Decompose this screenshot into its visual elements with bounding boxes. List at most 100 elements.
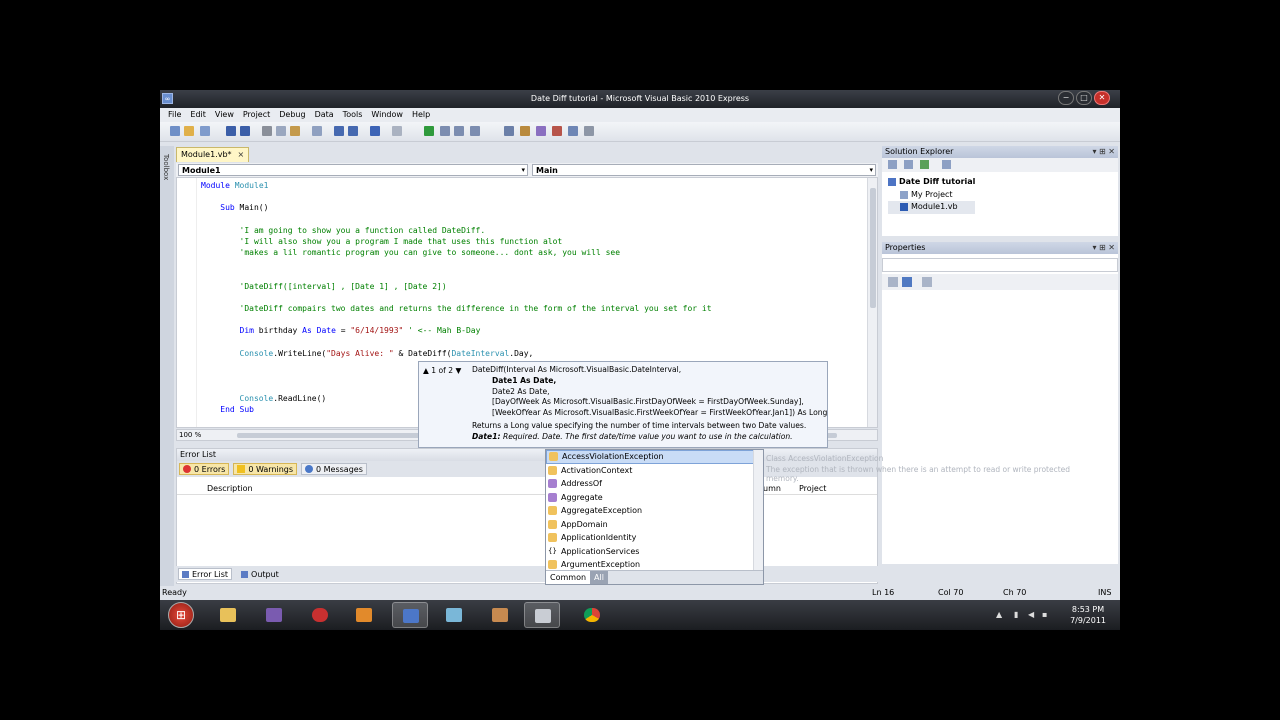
zoom-level[interactable]: 100 % xyxy=(179,431,201,439)
pin-icon[interactable]: ▾ ⊞ ✕ xyxy=(1092,147,1115,156)
winrar-task[interactable] xyxy=(256,602,292,628)
cut-icon[interactable] xyxy=(262,126,272,136)
object-browser-icon[interactable] xyxy=(536,126,546,136)
tab-close-icon[interactable]: × xyxy=(238,150,245,160)
tree-item-solution[interactable]: Date Diff tutorial xyxy=(888,176,975,189)
comment-icon[interactable] xyxy=(334,126,344,136)
new-project-icon[interactable] xyxy=(170,126,180,136)
minimize-button[interactable]: − xyxy=(1058,91,1074,105)
menu-help[interactable]: Help xyxy=(408,108,435,122)
toolbox-strip[interactable]: Toolbox xyxy=(160,146,174,586)
completion-item[interactable]: ApplicationIdentity xyxy=(546,531,754,545)
code-line[interactable] xyxy=(201,337,712,348)
start-button[interactable]: ⊞ xyxy=(168,602,194,628)
overload-navigator[interactable]: ▲ 1 of 2 ▼ xyxy=(423,366,461,375)
completion-item[interactable]: AggregateException xyxy=(546,504,754,518)
solution-explorer-icon[interactable] xyxy=(504,126,514,136)
open-file-icon[interactable] xyxy=(184,126,194,136)
code-line[interactable] xyxy=(201,214,712,225)
tab-all[interactable]: All xyxy=(590,571,608,584)
menu-window[interactable]: Window xyxy=(367,108,408,122)
tree-item-my-project[interactable]: My Project xyxy=(888,189,975,202)
tab-module1[interactable]: Module1.vb* × xyxy=(176,147,250,162)
volume-icon[interactable]: ◀ xyxy=(1028,610,1036,619)
column-description[interactable]: Description xyxy=(207,484,253,493)
tray-expand-icon[interactable]: ▲ xyxy=(996,610,1004,619)
code-line[interactable] xyxy=(201,270,712,281)
notepad-task[interactable] xyxy=(436,602,472,628)
tab-output[interactable]: Output xyxy=(238,568,282,580)
class-dropdown[interactable]: Module1 ▾ xyxy=(178,164,528,176)
completion-item[interactable]: {} ApplicationServices xyxy=(546,545,754,559)
completion-item[interactable]: AccessViolationException xyxy=(546,450,754,464)
toolbox-icon[interactable] xyxy=(552,126,562,136)
code-line[interactable]: Sub Main() xyxy=(201,202,712,213)
categorized-icon[interactable] xyxy=(888,277,898,287)
show-all-files-icon[interactable] xyxy=(904,160,913,169)
properties-icon[interactable] xyxy=(888,160,897,169)
undo-icon[interactable] xyxy=(370,126,380,136)
code-line[interactable]: 'I will also show you a program I made t… xyxy=(201,236,712,247)
copy-icon[interactable] xyxy=(276,126,286,136)
error-list-icon[interactable] xyxy=(568,126,578,136)
code-line[interactable] xyxy=(201,191,712,202)
add-item-icon[interactable] xyxy=(200,126,210,136)
code-line[interactable]: Console.WriteLine("Days Alive: " & DateD… xyxy=(201,348,712,359)
paste-icon[interactable] xyxy=(290,126,300,136)
maximize-button[interactable]: □ xyxy=(1076,91,1092,105)
tab-error-list[interactable]: Error List xyxy=(178,568,233,580)
column-column[interactable]: umn xyxy=(763,484,781,493)
code-line[interactable] xyxy=(201,258,712,269)
editor-vertical-scrollbar[interactable] xyxy=(867,178,877,427)
intellisense-completion-list[interactable]: AccessViolationException ActivationContex… xyxy=(545,449,764,585)
start-debugging-icon[interactable] xyxy=(424,126,434,136)
completion-item[interactable]: ActivationContext xyxy=(546,464,754,478)
record-task[interactable] xyxy=(302,602,338,628)
property-pages-icon[interactable] xyxy=(922,277,932,287)
column-project[interactable]: Project xyxy=(799,484,826,493)
uncomment-icon[interactable] xyxy=(348,126,358,136)
media-player-task[interactable] xyxy=(346,602,382,628)
completion-scrollbar[interactable] xyxy=(753,450,763,570)
code-line[interactable]: 'makes a lil romantic program you can gi… xyxy=(201,247,712,258)
pin-icon[interactable]: ▾ ⊞ ✕ xyxy=(1092,243,1115,252)
tab-common[interactable]: Common xyxy=(546,571,591,584)
paint-task[interactable] xyxy=(482,602,518,628)
code-line[interactable] xyxy=(201,292,712,303)
menu-edit[interactable]: Edit xyxy=(186,108,211,122)
code-line[interactable]: 'DateDiff compairs two dates and returns… xyxy=(201,303,712,314)
redo-icon[interactable] xyxy=(392,126,402,136)
alphabetical-icon[interactable] xyxy=(902,277,912,287)
toolbox-label[interactable]: Toolbox xyxy=(162,154,170,180)
menu-data[interactable]: Data xyxy=(311,108,339,122)
errors-filter[interactable]: 0 Errors xyxy=(179,463,230,475)
refresh-icon[interactable] xyxy=(920,160,929,169)
code-line[interactable]: 'I am going to show you a function calle… xyxy=(201,225,712,236)
warnings-filter[interactable]: 0 Warnings xyxy=(233,463,298,475)
explorer-task[interactable] xyxy=(210,602,246,628)
find-icon[interactable] xyxy=(312,126,322,136)
completion-item[interactable]: AddressOf xyxy=(546,477,754,491)
step-into-icon[interactable] xyxy=(440,126,450,136)
method-dropdown[interactable]: Main ▾ xyxy=(532,164,876,176)
clock[interactable]: 8:53 PM 7/9/2011 xyxy=(1070,604,1106,626)
action-center-icon[interactable]: ▪ xyxy=(1042,610,1050,619)
step-out-icon[interactable] xyxy=(470,126,480,136)
tree-item-module1[interactable]: Module1.vb xyxy=(888,201,976,214)
scroll-thumb[interactable] xyxy=(870,188,876,308)
close-button[interactable]: ✕ xyxy=(1094,91,1110,105)
step-over-icon[interactable] xyxy=(454,126,464,136)
completion-item[interactable]: AppDomain xyxy=(546,518,754,532)
menu-file[interactable]: File xyxy=(164,108,186,122)
save-icon[interactable] xyxy=(226,126,236,136)
code-line[interactable]: Dim birthday As Date = "6/14/1993" ' <--… xyxy=(201,325,712,336)
code-line[interactable]: 'DateDiff([interval] , [Date 1] , [Date … xyxy=(201,281,712,292)
messages-filter[interactable]: 0 Messages xyxy=(301,463,367,475)
properties-object-dropdown[interactable] xyxy=(882,258,1118,272)
code-line[interactable]: Module Module1 xyxy=(201,180,712,191)
menu-debug[interactable]: Debug xyxy=(275,108,310,122)
save-all-icon[interactable] xyxy=(240,126,250,136)
menu-tools[interactable]: Tools xyxy=(339,108,368,122)
completion-item[interactable]: Aggregate xyxy=(546,491,754,505)
chrome-task[interactable] xyxy=(574,602,610,628)
